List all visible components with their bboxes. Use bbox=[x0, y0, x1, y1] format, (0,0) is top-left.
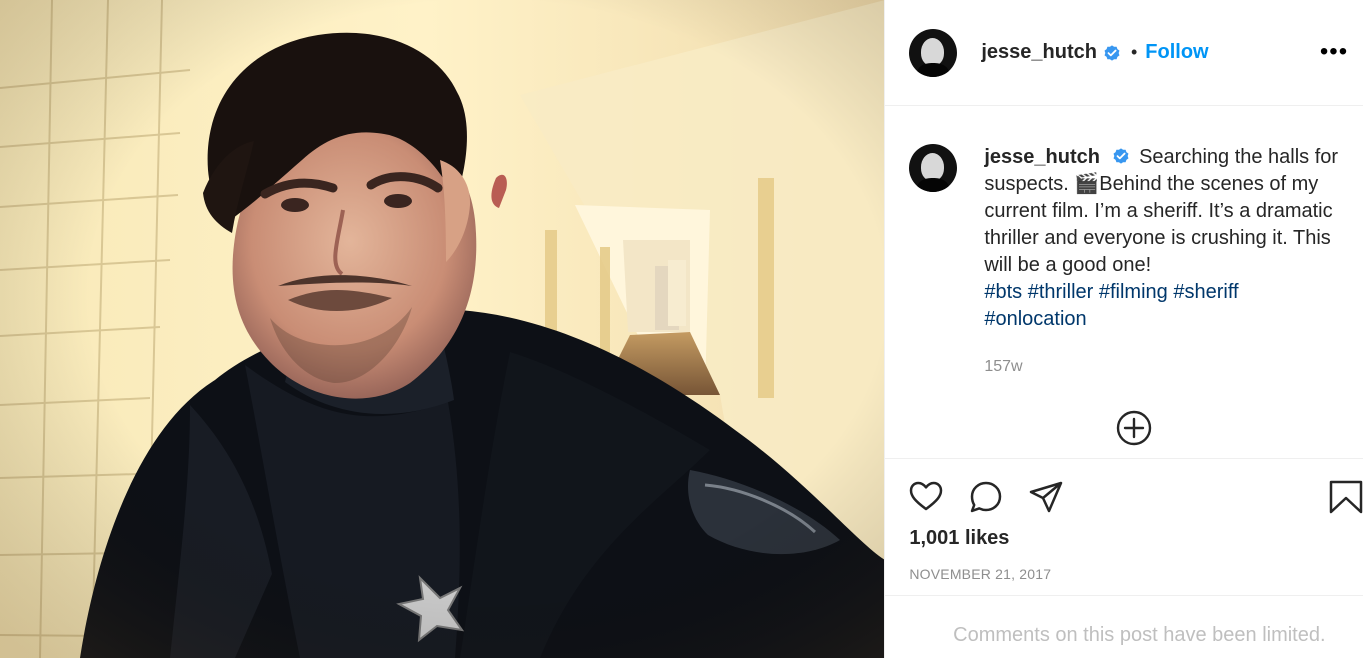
add-comment-button[interactable] bbox=[1116, 410, 1152, 446]
comment-icon bbox=[971, 481, 1002, 513]
author-avatar[interactable] bbox=[909, 28, 958, 77]
share-button[interactable] bbox=[1027, 478, 1065, 516]
more-icon: ••• bbox=[1319, 38, 1349, 65]
caption-username[interactable]: jesse_hutch bbox=[984, 146, 1100, 168]
verified-badge-icon bbox=[1104, 44, 1120, 61]
comments-limited-message: Comments on this post have been limited. bbox=[953, 624, 1326, 646]
post-date[interactable]: NOVEMBER 21, 2017 bbox=[909, 566, 1051, 582]
hashtag-link[interactable]: #onlocation bbox=[984, 308, 1086, 330]
hashtag-link[interactable]: #filming bbox=[1099, 281, 1168, 303]
caption-time[interactable]: 157w bbox=[984, 358, 1344, 376]
bookmark-icon bbox=[1330, 480, 1363, 514]
follow-button[interactable]: Follow bbox=[1145, 41, 1208, 64]
instagram-post: jesse_hutch • Follow ••• jesse_hutch Sea… bbox=[0, 0, 1363, 658]
verified-badge-icon bbox=[1113, 148, 1128, 164]
plus-circle-icon bbox=[1117, 410, 1152, 446]
hashtag-link[interactable]: #thriller bbox=[1028, 281, 1094, 303]
photo-illustration bbox=[0, 0, 885, 658]
like-count[interactable]: 1,001 likes bbox=[909, 527, 1009, 550]
author-username[interactable]: jesse_hutch bbox=[981, 41, 1097, 64]
post-header: jesse_hutch • Follow ••• bbox=[885, 0, 1363, 106]
comment-button[interactable] bbox=[967, 478, 1005, 516]
like-button[interactable] bbox=[907, 478, 945, 516]
send-icon bbox=[1030, 481, 1063, 513]
more-options-button[interactable]: ••• bbox=[1319, 38, 1349, 66]
caption-comment: jesse_hutch Searching the halls for susp… bbox=[909, 144, 1339, 444]
save-button[interactable] bbox=[1327, 478, 1363, 516]
post-actions: 1,001 likes NOVEMBER 21, 2017 bbox=[885, 458, 1363, 596]
post-photo[interactable] bbox=[0, 0, 885, 658]
post-details-panel: jesse_hutch • Follow ••• jesse_hutch Sea… bbox=[884, 0, 1363, 658]
heart-icon bbox=[910, 481, 943, 511]
caption-text: jesse_hutch Searching the halls for susp… bbox=[984, 144, 1344, 333]
caption-avatar[interactable] bbox=[909, 144, 958, 192]
hashtag-list: #bts #thriller #filming #sheriff #onloca… bbox=[984, 279, 1344, 333]
hashtag-link[interactable]: #sheriff bbox=[1173, 281, 1238, 303]
hashtag-link[interactable]: #bts bbox=[984, 281, 1022, 303]
separator-dot: • bbox=[1130, 42, 1138, 62]
